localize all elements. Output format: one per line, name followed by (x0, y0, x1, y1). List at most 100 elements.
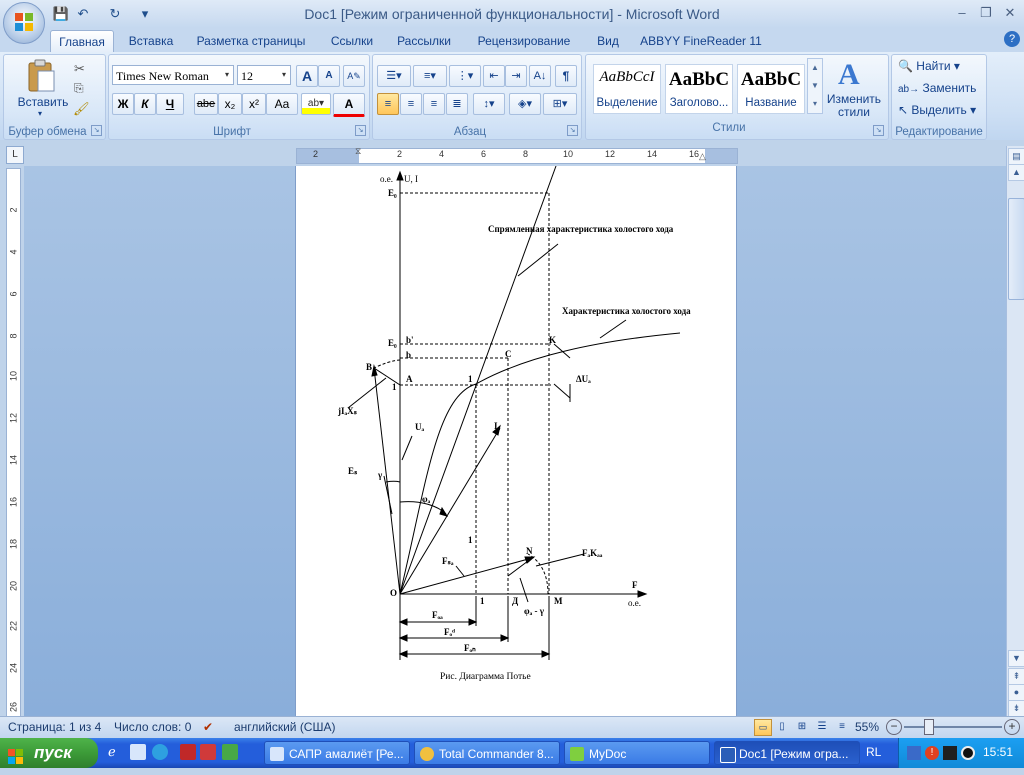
bullets-icon[interactable]: ☰▾ (377, 65, 411, 87)
zoom-slider-track[interactable] (904, 726, 1002, 728)
align-center-icon[interactable]: ≡ (400, 93, 422, 115)
language-status[interactable]: английский (США) (234, 720, 335, 734)
tab-abbyy[interactable]: ABBYY FineReader 11 (636, 30, 766, 52)
increase-indent-icon[interactable]: ⇥ (505, 65, 527, 87)
start-button[interactable]: пуск (0, 738, 98, 768)
clipboard-launcher-icon[interactable]: ↘ (91, 125, 102, 136)
strikethrough-button[interactable]: abe (194, 93, 218, 115)
show-marks-button[interactable]: ¶ (555, 65, 577, 87)
italic-button[interactable]: К (134, 93, 156, 115)
horizontal-ruler[interactable]: 2 2 4 6 8 10 12 14 16 ⧖ △ (296, 146, 738, 164)
minimize-button[interactable]: – (950, 4, 974, 22)
line-spacing-icon[interactable]: ↕▾ (473, 93, 505, 115)
style-item-heading[interactable]: AaBbC Заголово... (665, 64, 733, 114)
word-count-status[interactable]: Число слов: 0 (114, 720, 191, 734)
app-icon[interactable] (200, 744, 216, 760)
borders-icon[interactable]: ⊞▾ (543, 93, 577, 115)
tab-references[interactable]: Ссылки (322, 30, 382, 52)
change-case-button[interactable]: Aa (266, 93, 298, 115)
zoom-slider-thumb[interactable] (924, 719, 934, 735)
outline-icon[interactable]: ☰ (814, 719, 830, 734)
prev-page-icon[interactable]: ⇞ (1008, 668, 1024, 685)
vertical-scrollbar[interactable]: ▤ ▲ ▼ ⇞ ● ⇟ (1006, 146, 1024, 717)
styles-launcher-icon[interactable]: ↘ (873, 125, 884, 136)
scroll-up-icon[interactable]: ▲ (1008, 164, 1024, 181)
task-mydoc[interactable]: MyDoc (564, 741, 710, 765)
full-screen-reading-icon[interactable]: ▯ (774, 719, 790, 734)
font-name-dropdown-icon[interactable]: ▾ (221, 66, 233, 84)
numbering-icon[interactable]: ≡▾ (413, 65, 447, 87)
copy-icon[interactable]: ⎘ (74, 81, 84, 96)
style-item-emphasis[interactable]: AaBbCcI Выделение (593, 64, 661, 114)
app2-icon[interactable] (222, 744, 238, 760)
zoom-out-icon[interactable]: − (886, 719, 902, 735)
clear-format-icon[interactable]: A✎ (343, 65, 365, 87)
font-name-field[interactable]: Times New Roman ▾ (112, 65, 234, 85)
cut-icon[interactable]: ✂ (74, 61, 85, 77)
task-total-commander[interactable]: Total Commander 8... (414, 741, 560, 765)
tab-page-layout[interactable]: Разметка страницы (190, 30, 312, 52)
document-page[interactable]: о.е. U, I E₀ Спрямленная характеристика … (295, 166, 737, 716)
change-styles-icon[interactable]: A (838, 58, 860, 92)
tab-stop-selector-icon[interactable]: L (6, 146, 24, 164)
grow-font-button[interactable]: A (296, 65, 318, 87)
change-styles-button[interactable]: Изменить стили (824, 93, 884, 119)
select-browse-icon[interactable]: ● (1008, 684, 1024, 701)
network-icon[interactable] (907, 746, 921, 760)
tab-review[interactable]: Рецензирование (468, 30, 580, 52)
find-button[interactable]: 🔍 Найти ▾ (898, 59, 960, 73)
indent-marker-icon[interactable]: ⧖ (355, 146, 361, 157)
sort-icon[interactable]: A↓ (529, 65, 551, 87)
scroll-thumb[interactable] (1008, 198, 1024, 300)
desktop-icon[interactable] (130, 744, 146, 760)
font-color-button[interactable]: A (333, 93, 365, 117)
zoom-level[interactable]: 55% (855, 720, 879, 734)
subscript-button[interactable]: x₂ (218, 93, 242, 115)
justify-icon[interactable]: ≣ (446, 93, 468, 115)
language-indicator[interactable]: RL (866, 745, 881, 759)
highlight-icon[interactable]: ab▾ (301, 93, 331, 115)
scroll-down-icon[interactable]: ▼ (1008, 650, 1024, 667)
view-ruler-icon[interactable]: ▤ (1008, 148, 1024, 165)
tab-home[interactable]: Главная (50, 30, 114, 53)
underline-button[interactable]: Ч (156, 93, 184, 115)
help-icon[interactable]: ? (1004, 31, 1020, 47)
font-size-field[interactable]: 12 ▾ (237, 65, 291, 85)
decrease-indent-icon[interactable]: ⇤ (483, 65, 505, 87)
align-right-icon[interactable]: ≡ (423, 93, 445, 115)
paste-dropdown-icon[interactable]: ▾ (38, 109, 42, 118)
tab-insert[interactable]: Вставка (120, 30, 182, 52)
align-left-icon[interactable]: ≡ (377, 93, 399, 115)
alert-icon[interactable]: ! (925, 746, 939, 760)
style-item-title[interactable]: AaBbC Название (737, 64, 805, 114)
paste-button[interactable]: Вставить (12, 95, 74, 109)
office-button[interactable] (3, 2, 45, 44)
styles-scroll-icon[interactable]: ▲ ▼ ▾ (807, 58, 823, 114)
paste-icon[interactable] (26, 59, 56, 93)
shrink-font-button[interactable]: A (318, 65, 340, 87)
close-button[interactable]: ✕ (998, 4, 1022, 22)
paragraph-launcher-icon[interactable]: ↘ (567, 125, 578, 136)
media-icon[interactable] (152, 744, 168, 760)
bold-button[interactable]: Ж (112, 93, 134, 115)
page-count-status[interactable]: Страница: 1 из 4 (8, 720, 101, 734)
task-word[interactable]: Doc1 [Режим огра... (714, 741, 860, 765)
next-page-icon[interactable]: ⇟ (1008, 700, 1024, 717)
zoom-in-icon[interactable]: + (1004, 719, 1020, 735)
task-sapr[interactable]: САПР амалиёт [Ре... (264, 741, 410, 765)
web-layout-icon[interactable]: ⊞ (794, 719, 810, 734)
multilevel-list-icon[interactable]: ⋮▾ (449, 65, 481, 87)
shading-icon[interactable]: ◈▾ (509, 93, 541, 115)
format-painter-icon[interactable]: 🖌 (73, 101, 90, 117)
monitor-icon[interactable] (943, 746, 957, 760)
right-indent-marker-icon[interactable]: △ (699, 151, 706, 162)
tab-mailings[interactable]: Рассылки (390, 30, 458, 52)
vertical-ruler[interactable]: 2 4 6 8 10 12 14 16 18 20 22 24 26 (6, 168, 21, 718)
volume-icon[interactable] (961, 746, 975, 760)
font-size-dropdown-icon[interactable]: ▾ (278, 66, 290, 84)
proofing-icon[interactable]: ✔ (203, 720, 213, 734)
draft-icon[interactable]: ≡ (834, 719, 850, 734)
replace-button[interactable]: ab→ Заменить (898, 81, 976, 95)
print-layout-icon[interactable]: ▭ (754, 719, 772, 736)
tab-view[interactable]: Вид (590, 30, 626, 52)
